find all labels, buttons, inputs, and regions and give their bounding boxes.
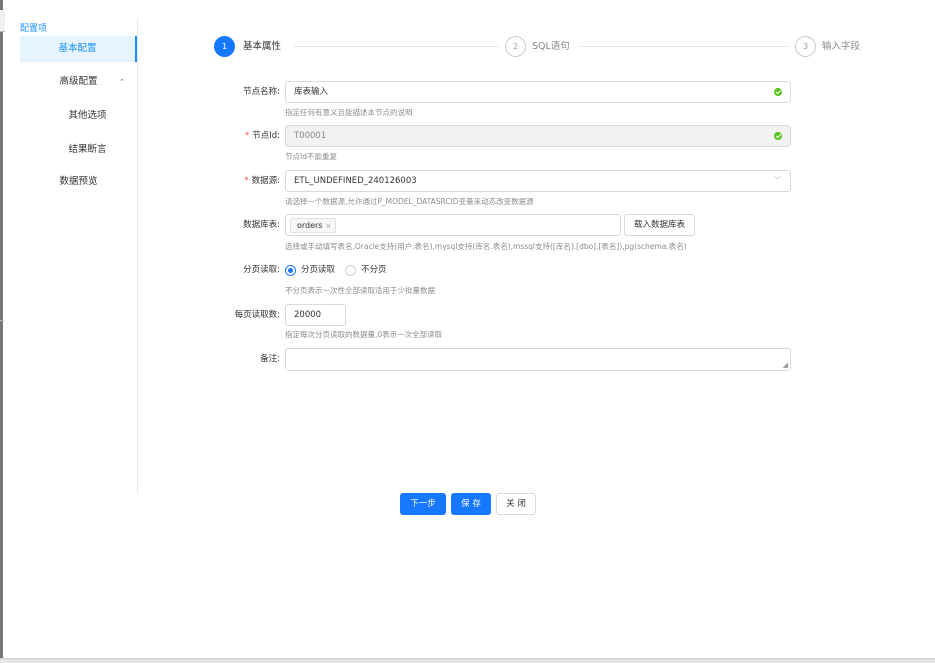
window-edge-marker xyxy=(0,10,5,32)
chevron-down-icon: ﹀ xyxy=(773,176,781,185)
paging-label: 分页读取: xyxy=(243,265,280,275)
sidebar-item-label: 基本配置 xyxy=(58,43,97,54)
page-size-input[interactable]: 20000 xyxy=(285,304,346,326)
node-name-label: 节点名称: xyxy=(243,87,280,97)
sidebar-item-other-options[interactable]: 其他选项 xyxy=(38,103,137,129)
close-button[interactable]: 关 闭 xyxy=(496,493,536,515)
datasource-label: * 数据源: xyxy=(244,176,280,186)
paging-radio-on[interactable] xyxy=(285,265,296,276)
step-3-circle[interactable]: 3 xyxy=(795,36,816,57)
remark-label: 备注: xyxy=(260,354,280,364)
step-2-label[interactable]: SQL语句 xyxy=(532,36,570,57)
sidebar-item-label: 高级配置 xyxy=(59,76,98,87)
datasource-select[interactable]: ETL_UNDEFINED_240126003 ﹀ xyxy=(285,170,791,192)
sidebar-title: 配置项 xyxy=(20,24,48,34)
wizard-steps: 1 基本属性 2 SQL语句 3 输入字段 xyxy=(214,36,874,58)
paging-help: 不分页表示一次性全部读取适用于少批量数据 xyxy=(285,286,435,295)
resize-handle-icon[interactable]: ◢ xyxy=(783,361,788,369)
close-icon[interactable]: × xyxy=(326,222,332,230)
load-table-button[interactable]: 载入数据库表 xyxy=(624,214,695,236)
step-connector xyxy=(580,46,788,47)
step-3-label[interactable]: 输入字段 xyxy=(822,36,860,57)
step-1-label[interactable]: 基本属性 xyxy=(243,36,281,57)
paging-radio-off[interactable] xyxy=(345,265,356,276)
node-id-input[interactable]: T00001 xyxy=(285,125,791,147)
step-connector xyxy=(294,46,499,47)
step-2-circle[interactable]: 2 xyxy=(505,36,526,57)
window-edge-divider xyxy=(0,320,4,321)
table-tag: orders × xyxy=(290,218,337,233)
sidebar-item-basic-config[interactable]: 基本配置 xyxy=(20,36,137,62)
paging-option-label[interactable]: 不分页 xyxy=(361,264,387,277)
sidebar-item-data-preview[interactable]: 数据预览 xyxy=(20,169,137,195)
window-bottom-edge xyxy=(0,658,935,663)
table-label: 数据库表: xyxy=(243,220,280,230)
table-help: 选择或手动填写表名,Oracle支持(用户.表名),mysql支持(库名.表名)… xyxy=(285,242,687,251)
sidebar-item-result-assertion[interactable]: 结果断言 xyxy=(38,137,137,163)
config-sidebar: 配置项 基本配置 高级配置 ⌃ 其他选项 结果断言 数据预览 xyxy=(8,18,138,494)
remark-textarea[interactable]: ◢ xyxy=(285,348,791,371)
paging-option-label[interactable]: 分页读取 xyxy=(301,264,335,277)
table-select[interactable]: orders × xyxy=(285,214,621,236)
save-button[interactable]: 保 存 xyxy=(451,493,491,515)
required-mark: * xyxy=(244,131,250,141)
node-id-help: 节点Id不能重复 xyxy=(285,152,337,161)
check-circle-icon xyxy=(774,132,782,140)
window-left-edge xyxy=(0,0,3,663)
datasource-help: 请选择一个数据源,允许通过P_MODEL_DATASRCID变量来动态改变数据源 xyxy=(285,197,534,206)
check-circle-icon xyxy=(774,88,782,96)
step-1-circle[interactable]: 1 xyxy=(214,36,235,57)
sidebar-item-advanced-config[interactable]: 高级配置 ⌃ xyxy=(20,69,137,95)
chevron-up-icon: ⌃ xyxy=(119,78,125,86)
node-name-help: 指定任何有意义且能描述本节点的说明 xyxy=(285,108,413,117)
sidebar-item-label: 数据预览 xyxy=(59,176,98,187)
required-mark: * xyxy=(244,176,249,186)
page-size-label: 每页读取数: xyxy=(234,310,280,320)
node-name-input[interactable]: 库表输入 xyxy=(285,81,791,103)
node-id-label: * 节点Id: xyxy=(244,131,280,141)
page-size-help: 指定每次分页读取的数据量,0表示一次全部读取 xyxy=(285,330,443,339)
sidebar-item-label: 结果断言 xyxy=(68,144,107,155)
sidebar-item-label: 其他选项 xyxy=(68,110,107,121)
next-button[interactable]: 下一步 xyxy=(400,493,446,515)
